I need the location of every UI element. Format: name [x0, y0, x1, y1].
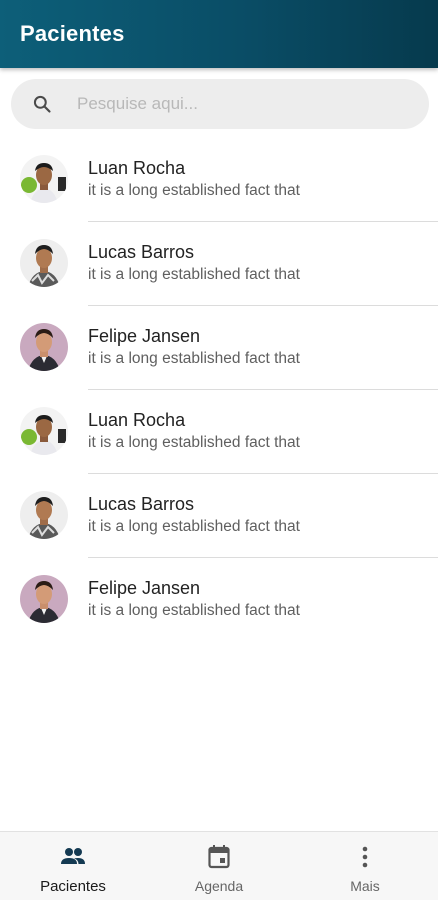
patient-list: Luan Rocha it is a long established fact… — [0, 138, 438, 642]
nav-item-pacientes[interactable]: Pacientes — [0, 832, 146, 900]
patient-name: Lucas Barros — [88, 242, 195, 262]
calendar-icon — [206, 844, 232, 870]
search-bar[interactable] — [11, 79, 429, 129]
patient-description: it is a long established fact that — [88, 350, 300, 367]
patient-name: Lucas Barros — [88, 494, 195, 514]
avatar — [20, 407, 68, 455]
patient-description: it is a long established fact that — [88, 518, 300, 535]
patient-name: Luan Rocha — [88, 410, 186, 430]
nav-label: Agenda — [194, 878, 244, 894]
nav-item-agenda[interactable]: Agenda — [146, 832, 292, 900]
avatar — [20, 323, 68, 371]
people-icon — [60, 844, 86, 870]
search-input[interactable] — [77, 94, 397, 114]
nav-label: Pacientes — [40, 878, 106, 895]
bottom-nav: Pacientes Agenda Mais — [0, 831, 438, 900]
patient-name: Luan Rocha — [88, 158, 186, 178]
more-vertical-icon — [352, 844, 378, 870]
patient-name: Felipe Jansen — [88, 326, 201, 346]
patient-description: it is a long established fact that — [88, 182, 300, 199]
nav-label: Mais — [350, 878, 380, 894]
list-item[interactable]: Lucas Barros it is a long established fa… — [0, 222, 438, 306]
patient-description: it is a long established fact that — [88, 602, 300, 619]
avatar — [20, 239, 68, 287]
avatar — [20, 575, 68, 623]
app-header: Pacientes — [0, 0, 438, 68]
patient-description: it is a long established fact that — [88, 434, 300, 451]
nav-item-mais[interactable]: Mais — [292, 832, 438, 900]
patient-name: Felipe Jansen — [88, 578, 201, 598]
avatar — [20, 155, 68, 203]
list-item[interactable]: Lucas Barros it is a long established fa… — [0, 474, 438, 558]
patient-description: it is a long established fact that — [88, 266, 300, 283]
list-item[interactable]: Luan Rocha it is a long established fact… — [0, 390, 438, 474]
avatar — [20, 491, 68, 539]
list-item[interactable]: Felipe Jansen it is a long established f… — [0, 558, 438, 642]
list-item[interactable]: Felipe Jansen it is a long established f… — [0, 306, 438, 390]
page-title: Pacientes — [20, 21, 125, 46]
list-item[interactable]: Luan Rocha it is a long established fact… — [0, 138, 438, 222]
search-icon — [31, 93, 53, 115]
